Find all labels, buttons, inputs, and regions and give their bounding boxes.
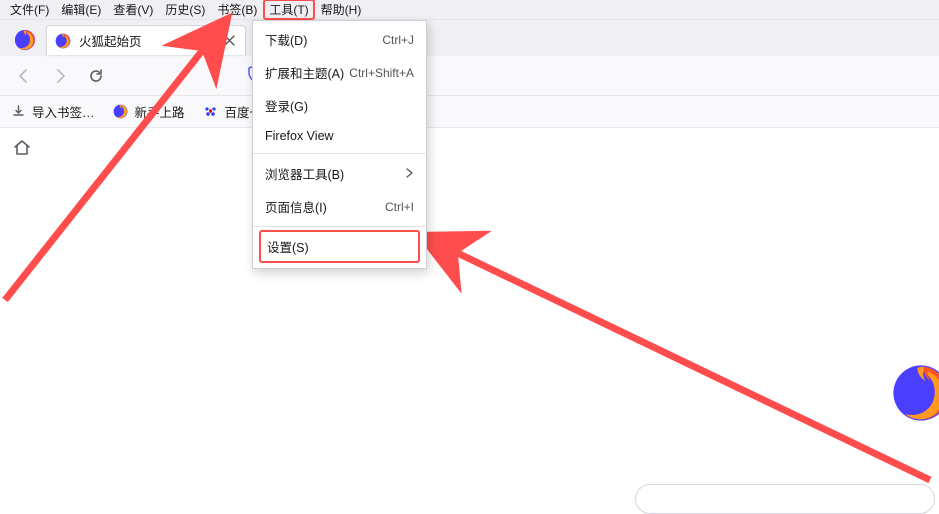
menu-item-label: 设置(S) xyxy=(267,237,309,256)
back-button[interactable] xyxy=(10,62,38,90)
firefox-logo-icon xyxy=(14,29,36,51)
menu-item-firefox-view[interactable]: Firefox View xyxy=(253,122,426,150)
menu-history[interactable]: 历史(S) xyxy=(159,0,211,20)
tab-favicon-icon xyxy=(55,33,71,49)
tools-menu-dropdown: 下载(D) Ctrl+J 扩展和主题(A) Ctrl+Shift+A 登录(G)… xyxy=(252,20,427,269)
nav-toolbar: a.cn xyxy=(0,56,939,96)
chevron-right-icon xyxy=(404,167,414,181)
menu-item-addons[interactable]: 扩展和主题(A) Ctrl+Shift+A xyxy=(253,56,426,89)
menu-item-signin[interactable]: 登录(G) xyxy=(253,89,426,122)
menu-item-page-info[interactable]: 页面信息(I) Ctrl+I xyxy=(253,190,426,223)
firefox-large-logo-icon xyxy=(891,363,939,426)
menu-item-label: 扩展和主题(A) xyxy=(265,63,344,82)
tab-strip: 火狐起始页 xyxy=(0,20,939,56)
page-content xyxy=(0,128,939,512)
menu-item-label: 页面信息(I) xyxy=(265,197,327,216)
search-box-fragment[interactable] xyxy=(635,484,935,514)
forward-button[interactable] xyxy=(46,62,74,90)
reload-button[interactable] xyxy=(82,62,110,90)
firefox-icon xyxy=(113,104,129,120)
bookmark-label: 导入书签… xyxy=(32,102,95,121)
menubar: 文件(F) 编辑(E) 查看(V) 历史(S) 书签(B) 工具(T) 帮助(H… xyxy=(0,0,939,20)
menu-item-shortcut: Ctrl+Shift+A xyxy=(349,66,414,80)
menu-item-settings[interactable]: 设置(S) xyxy=(259,230,420,263)
menu-help[interactable]: 帮助(H) xyxy=(315,0,368,20)
menu-tools[interactable]: 工具(T) xyxy=(263,0,314,20)
import-icon xyxy=(10,104,26,120)
tab-close-button[interactable] xyxy=(221,33,237,49)
menu-item-label: Firefox View xyxy=(265,129,334,143)
menu-item-shortcut: Ctrl+I xyxy=(385,200,414,214)
menu-item-label: 登录(G) xyxy=(265,96,308,115)
baidu-icon xyxy=(203,104,219,120)
menu-item-label: 浏览器工具(B) xyxy=(265,164,344,183)
menu-item-label: 下载(D) xyxy=(265,30,307,49)
home-icon[interactable] xyxy=(12,138,32,161)
bookmark-import[interactable]: 导入书签… xyxy=(10,102,95,121)
bookmarks-toolbar: 导入书签… 新手上路 百度一下， xyxy=(0,96,939,128)
menu-separator xyxy=(253,226,426,227)
menu-item-downloads[interactable]: 下载(D) Ctrl+J xyxy=(253,23,426,56)
bookmark-label: 新手上路 xyxy=(135,102,185,121)
menu-separator xyxy=(253,153,426,154)
menu-edit[interactable]: 编辑(E) xyxy=(55,0,107,20)
menu-item-browser-tools[interactable]: 浏览器工具(B) xyxy=(253,157,426,190)
menu-view[interactable]: 查看(V) xyxy=(107,0,159,20)
bookmark-getting-started[interactable]: 新手上路 xyxy=(113,102,185,121)
browser-tab[interactable]: 火狐起始页 xyxy=(46,25,246,55)
menu-file[interactable]: 文件(F) xyxy=(4,0,55,20)
menu-bookmarks[interactable]: 书签(B) xyxy=(211,0,263,20)
menu-item-shortcut: Ctrl+J xyxy=(382,33,414,47)
tab-title: 火狐起始页 xyxy=(79,31,221,50)
